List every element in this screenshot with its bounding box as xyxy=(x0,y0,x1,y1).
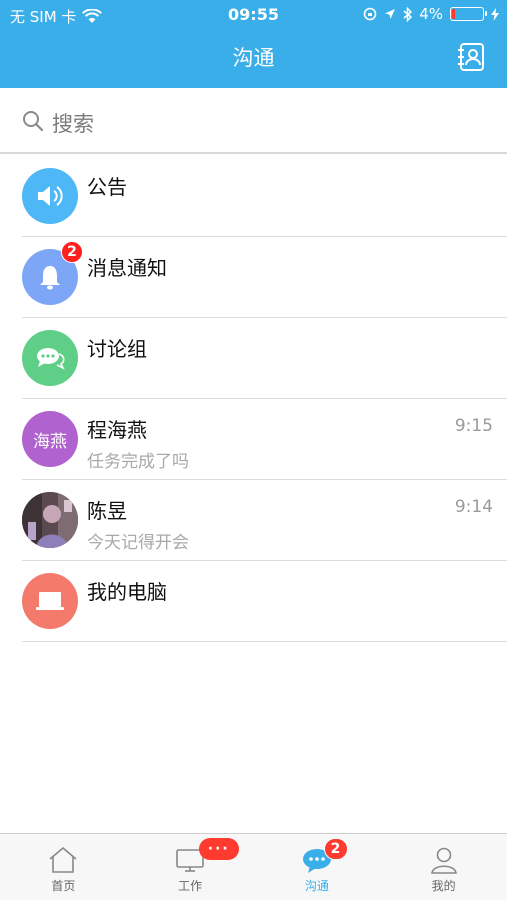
status-bar: 无 SIM 卡 09:55 4% xyxy=(0,0,507,30)
orientation-lock-icon xyxy=(363,7,377,21)
conversation-chenghaiyan[interactable]: 海燕 程海燕 任务完成了吗 9:15 xyxy=(0,399,507,480)
conversation-my-computer[interactable]: 我的电脑 xyxy=(0,561,507,642)
tab-label: 我的 xyxy=(431,879,456,893)
avatar xyxy=(22,492,78,548)
user-photo xyxy=(22,492,78,548)
search-bar[interactable]: 搜索 xyxy=(0,88,507,154)
avatar xyxy=(22,330,78,386)
tab-chat[interactable]: 沟通 2 xyxy=(254,834,381,900)
conversation-notifications[interactable]: 2 消息通知 xyxy=(0,237,507,318)
tab-profile[interactable]: 我的 xyxy=(380,834,507,900)
last-message: 今天记得开会 xyxy=(87,533,189,553)
conversation-title: 消息通知 xyxy=(87,256,167,280)
laptop-icon xyxy=(36,592,64,610)
message-time: 9:14 xyxy=(454,497,493,517)
conversation-title: 程海燕 xyxy=(87,418,147,442)
contacts-icon[interactable] xyxy=(457,42,487,72)
chat-bubbles-icon xyxy=(37,348,65,370)
tab-work[interactable]: 工作 ··· xyxy=(127,834,254,900)
bell-icon xyxy=(40,266,60,290)
location-icon xyxy=(385,8,396,19)
avatar-initials: 海燕 xyxy=(33,431,67,452)
tab-label: 工作 xyxy=(178,879,203,893)
conversation-title: 公告 xyxy=(87,175,127,199)
conversation-title: 我的电脑 xyxy=(87,580,167,604)
avatar xyxy=(22,573,78,629)
conversation-title: 陈昱 xyxy=(87,499,127,523)
header-bar: 无 SIM 卡 09:55 4% 沟通 xyxy=(0,0,507,88)
bluetooth-icon xyxy=(403,6,413,22)
conversation-list: 公告 2 消息通知 讨论组 海燕 程海燕 任务完成了吗 9:15 陈昱 今天记得… xyxy=(0,156,507,642)
tab-home[interactable]: 首页 xyxy=(0,834,127,900)
tab-badge: 2 xyxy=(323,838,348,860)
message-time: 9:15 xyxy=(454,416,493,436)
home-icon xyxy=(49,846,77,873)
battery-percent: 4% xyxy=(419,5,443,23)
battery-icon xyxy=(450,7,487,21)
charging-icon xyxy=(491,7,499,21)
divider xyxy=(22,641,507,642)
speaker-icon xyxy=(38,186,63,206)
conversation-announcement[interactable]: 公告 xyxy=(0,156,507,237)
unread-badge: 2 xyxy=(61,241,83,263)
last-message: 任务完成了吗 xyxy=(87,452,189,472)
search-icon xyxy=(23,111,44,132)
tab-label: 沟通 xyxy=(304,879,329,893)
conversation-chenyu[interactable]: 陈昱 今天记得开会 9:14 xyxy=(0,480,507,561)
conversation-discussion-group[interactable]: 讨论组 xyxy=(0,318,507,399)
page-title: 沟通 xyxy=(232,46,275,70)
person-icon xyxy=(430,847,457,874)
tab-bar: 首页 工作 ··· 沟通 2 我的 xyxy=(0,833,507,900)
conversation-title: 讨论组 xyxy=(87,337,147,361)
search-input[interactable]: 搜索 xyxy=(52,108,94,138)
tab-badge: ··· xyxy=(198,838,239,860)
avatar xyxy=(22,168,78,224)
avatar: 海燕 xyxy=(22,411,78,467)
tab-label: 首页 xyxy=(51,879,76,893)
